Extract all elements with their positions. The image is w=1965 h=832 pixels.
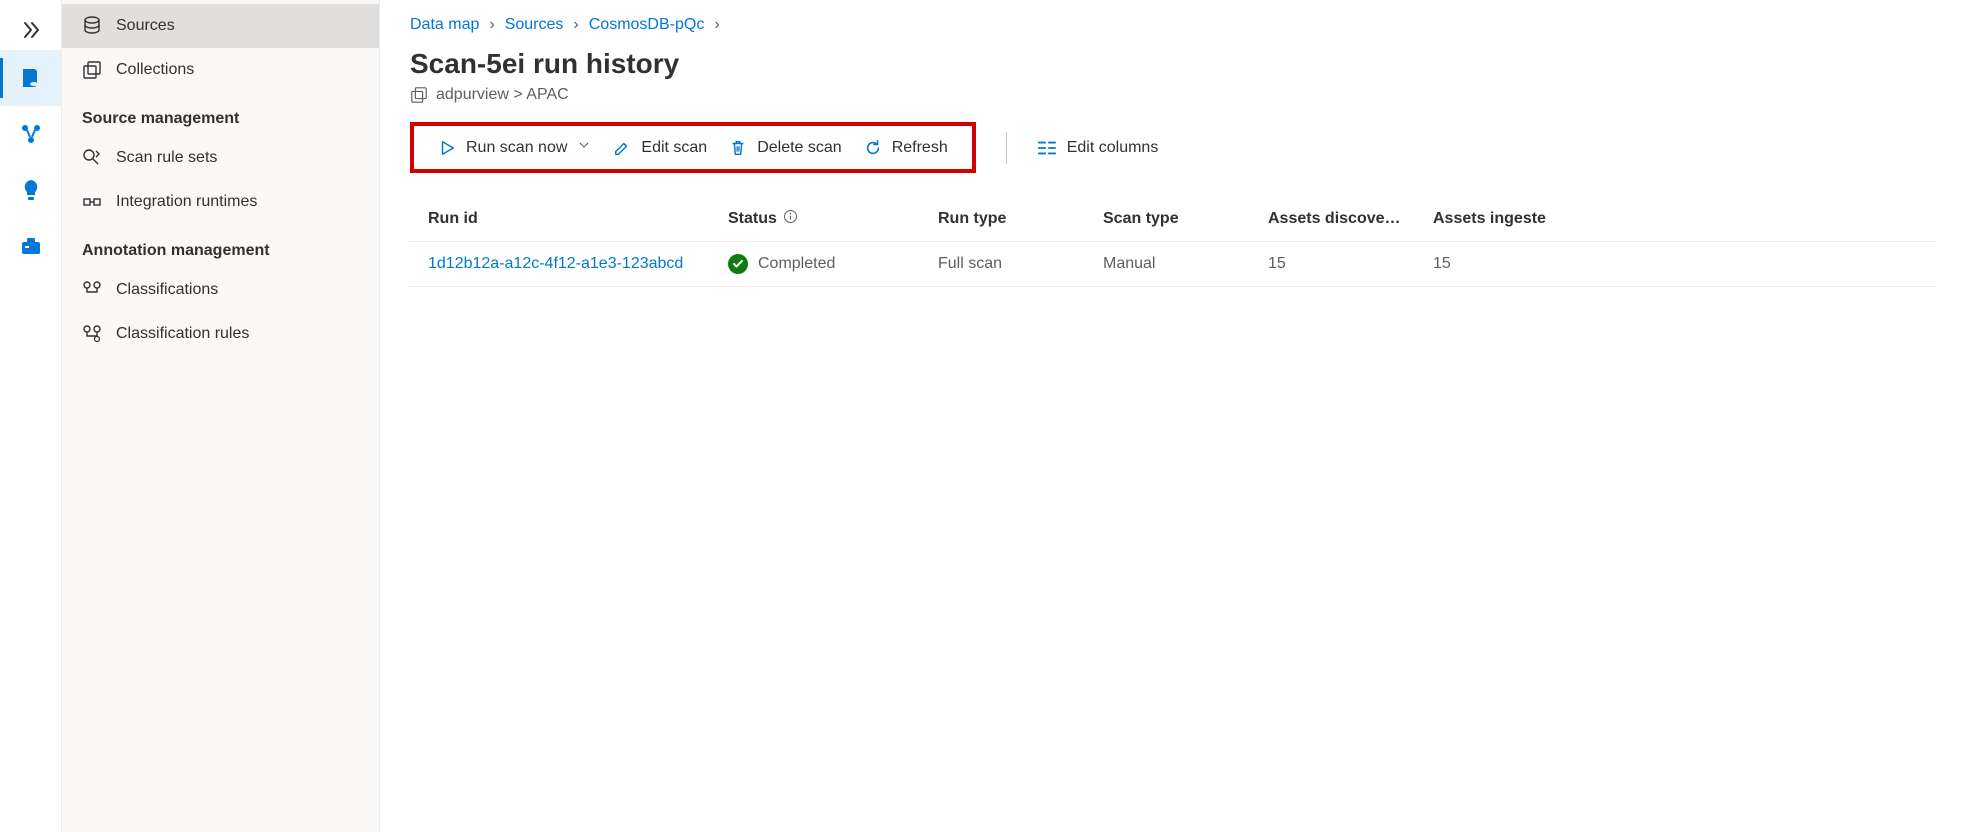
- cmd-label: Refresh: [892, 139, 948, 157]
- rail-catalog[interactable]: [0, 106, 61, 162]
- cmd-label: Edit scan: [641, 139, 707, 157]
- rail-management[interactable]: [0, 218, 61, 274]
- lightbulb-icon: [19, 178, 43, 202]
- toolbox-icon: [19, 234, 43, 258]
- run-scan-now-button[interactable]: Run scan now: [438, 138, 591, 157]
- sidebar-item-label: Scan rule sets: [116, 149, 217, 167]
- sidebar-heading-annotation-management: Annotation management: [62, 224, 379, 268]
- delete-scan-button[interactable]: Delete scan: [729, 139, 842, 157]
- database-icon: [82, 16, 102, 36]
- icon-rail: [0, 0, 62, 832]
- sidebar-item-sources[interactable]: Sources: [62, 4, 379, 48]
- assets-ingested-cell: 15: [1433, 255, 1583, 273]
- col-status[interactable]: Status: [728, 209, 938, 229]
- breadcrumb-link[interactable]: Data map: [410, 16, 479, 34]
- refresh-button[interactable]: Refresh: [864, 139, 948, 157]
- play-icon: [438, 139, 456, 157]
- breadcrumb: Data map › Sources › CosmosDB-pQc ›: [380, 0, 1965, 44]
- pencil-icon: [613, 139, 631, 157]
- page-subtitle: adpurview > APAC: [410, 86, 1935, 104]
- trash-icon: [729, 139, 747, 157]
- edit-scan-button[interactable]: Edit scan: [613, 139, 707, 157]
- rail-insights[interactable]: [0, 162, 61, 218]
- collections-icon: [410, 86, 428, 104]
- scan-rules-icon: [82, 148, 102, 168]
- share-nodes-icon: [19, 122, 43, 146]
- table-row: 1d12b12a-a12c-4f12-a1e3-123abcd Complete…: [410, 242, 1935, 287]
- col-run-type[interactable]: Run type: [938, 210, 1103, 228]
- info-icon[interactable]: [783, 209, 798, 229]
- sidebar-item-collections[interactable]: Collections: [62, 48, 379, 92]
- cmd-label: Delete scan: [757, 139, 842, 157]
- integration-icon: [82, 192, 102, 212]
- database-icon: [19, 66, 43, 90]
- sidebar-heading-source-management: Source management: [62, 92, 379, 136]
- sidebar-item-label: Sources: [116, 17, 175, 35]
- run-type-cell: Full scan: [938, 255, 1103, 273]
- sidebar-item-classifications[interactable]: Classifications: [62, 268, 379, 312]
- main-content: Data map › Sources › CosmosDB-pQc › Scan…: [380, 0, 1965, 832]
- sidebar-item-integration-runtimes[interactable]: Integration runtimes: [62, 180, 379, 224]
- table-header-row: Run id Status Run type Scan type Assets …: [410, 197, 1935, 242]
- sidebar-item-label: Collections: [116, 61, 194, 79]
- status-cell: Completed: [728, 254, 938, 274]
- classification-rules-icon: [82, 324, 102, 344]
- col-label: Status: [728, 210, 777, 228]
- chevron-right-icon: ›: [489, 16, 494, 34]
- scan-type-cell: Manual: [1103, 255, 1268, 273]
- col-scan-type[interactable]: Scan type: [1103, 210, 1268, 228]
- sidebar-item-label: Classifications: [116, 281, 218, 299]
- col-assets-discovered[interactable]: Assets discove…: [1268, 210, 1433, 228]
- columns-icon: [1037, 139, 1057, 157]
- edit-columns-button[interactable]: Edit columns: [1037, 139, 1159, 157]
- divider: [1006, 132, 1007, 164]
- col-assets-ingested[interactable]: Assets ingeste: [1433, 210, 1583, 228]
- command-bar: Run scan now Edit scan Delete scan: [380, 104, 1965, 173]
- assets-discovered-cell: 15: [1268, 255, 1433, 273]
- breadcrumb-link[interactable]: Sources: [505, 16, 564, 34]
- sidebar: Sources Collections Source management Sc…: [62, 0, 380, 832]
- page-title: Scan-5ei run history: [410, 48, 1935, 80]
- cmd-label: Edit columns: [1067, 139, 1159, 157]
- sidebar-item-label: Classification rules: [116, 325, 249, 343]
- chevron-right-icon: ›: [573, 16, 578, 34]
- subtitle-text: adpurview > APAC: [436, 86, 569, 104]
- highlight-box: Run scan now Edit scan Delete scan: [410, 122, 976, 173]
- sidebar-item-classification-rules[interactable]: Classification rules: [62, 312, 379, 356]
- breadcrumb-link[interactable]: CosmosDB-pQc: [589, 16, 705, 34]
- success-icon: [728, 254, 748, 274]
- refresh-icon: [864, 139, 882, 157]
- chevron-double-right-icon: [19, 18, 43, 42]
- cmd-label: Run scan now: [466, 139, 567, 157]
- collections-icon: [82, 60, 102, 80]
- chevron-right-icon: ›: [714, 16, 719, 34]
- rail-data-map[interactable]: [0, 50, 61, 106]
- sidebar-item-scan-rule-sets[interactable]: Scan rule sets: [62, 136, 379, 180]
- run-id-link[interactable]: 1d12b12a-a12c-4f12-a1e3-123abcd: [428, 255, 728, 273]
- classifications-icon: [82, 280, 102, 300]
- status-text: Completed: [758, 255, 835, 273]
- run-history-table: Run id Status Run type Scan type Assets …: [410, 197, 1935, 287]
- sidebar-item-label: Integration runtimes: [116, 193, 257, 211]
- expand-rail-button[interactable]: [0, 10, 61, 50]
- col-run-id[interactable]: Run id: [428, 210, 728, 228]
- chevron-down-icon: [577, 138, 591, 157]
